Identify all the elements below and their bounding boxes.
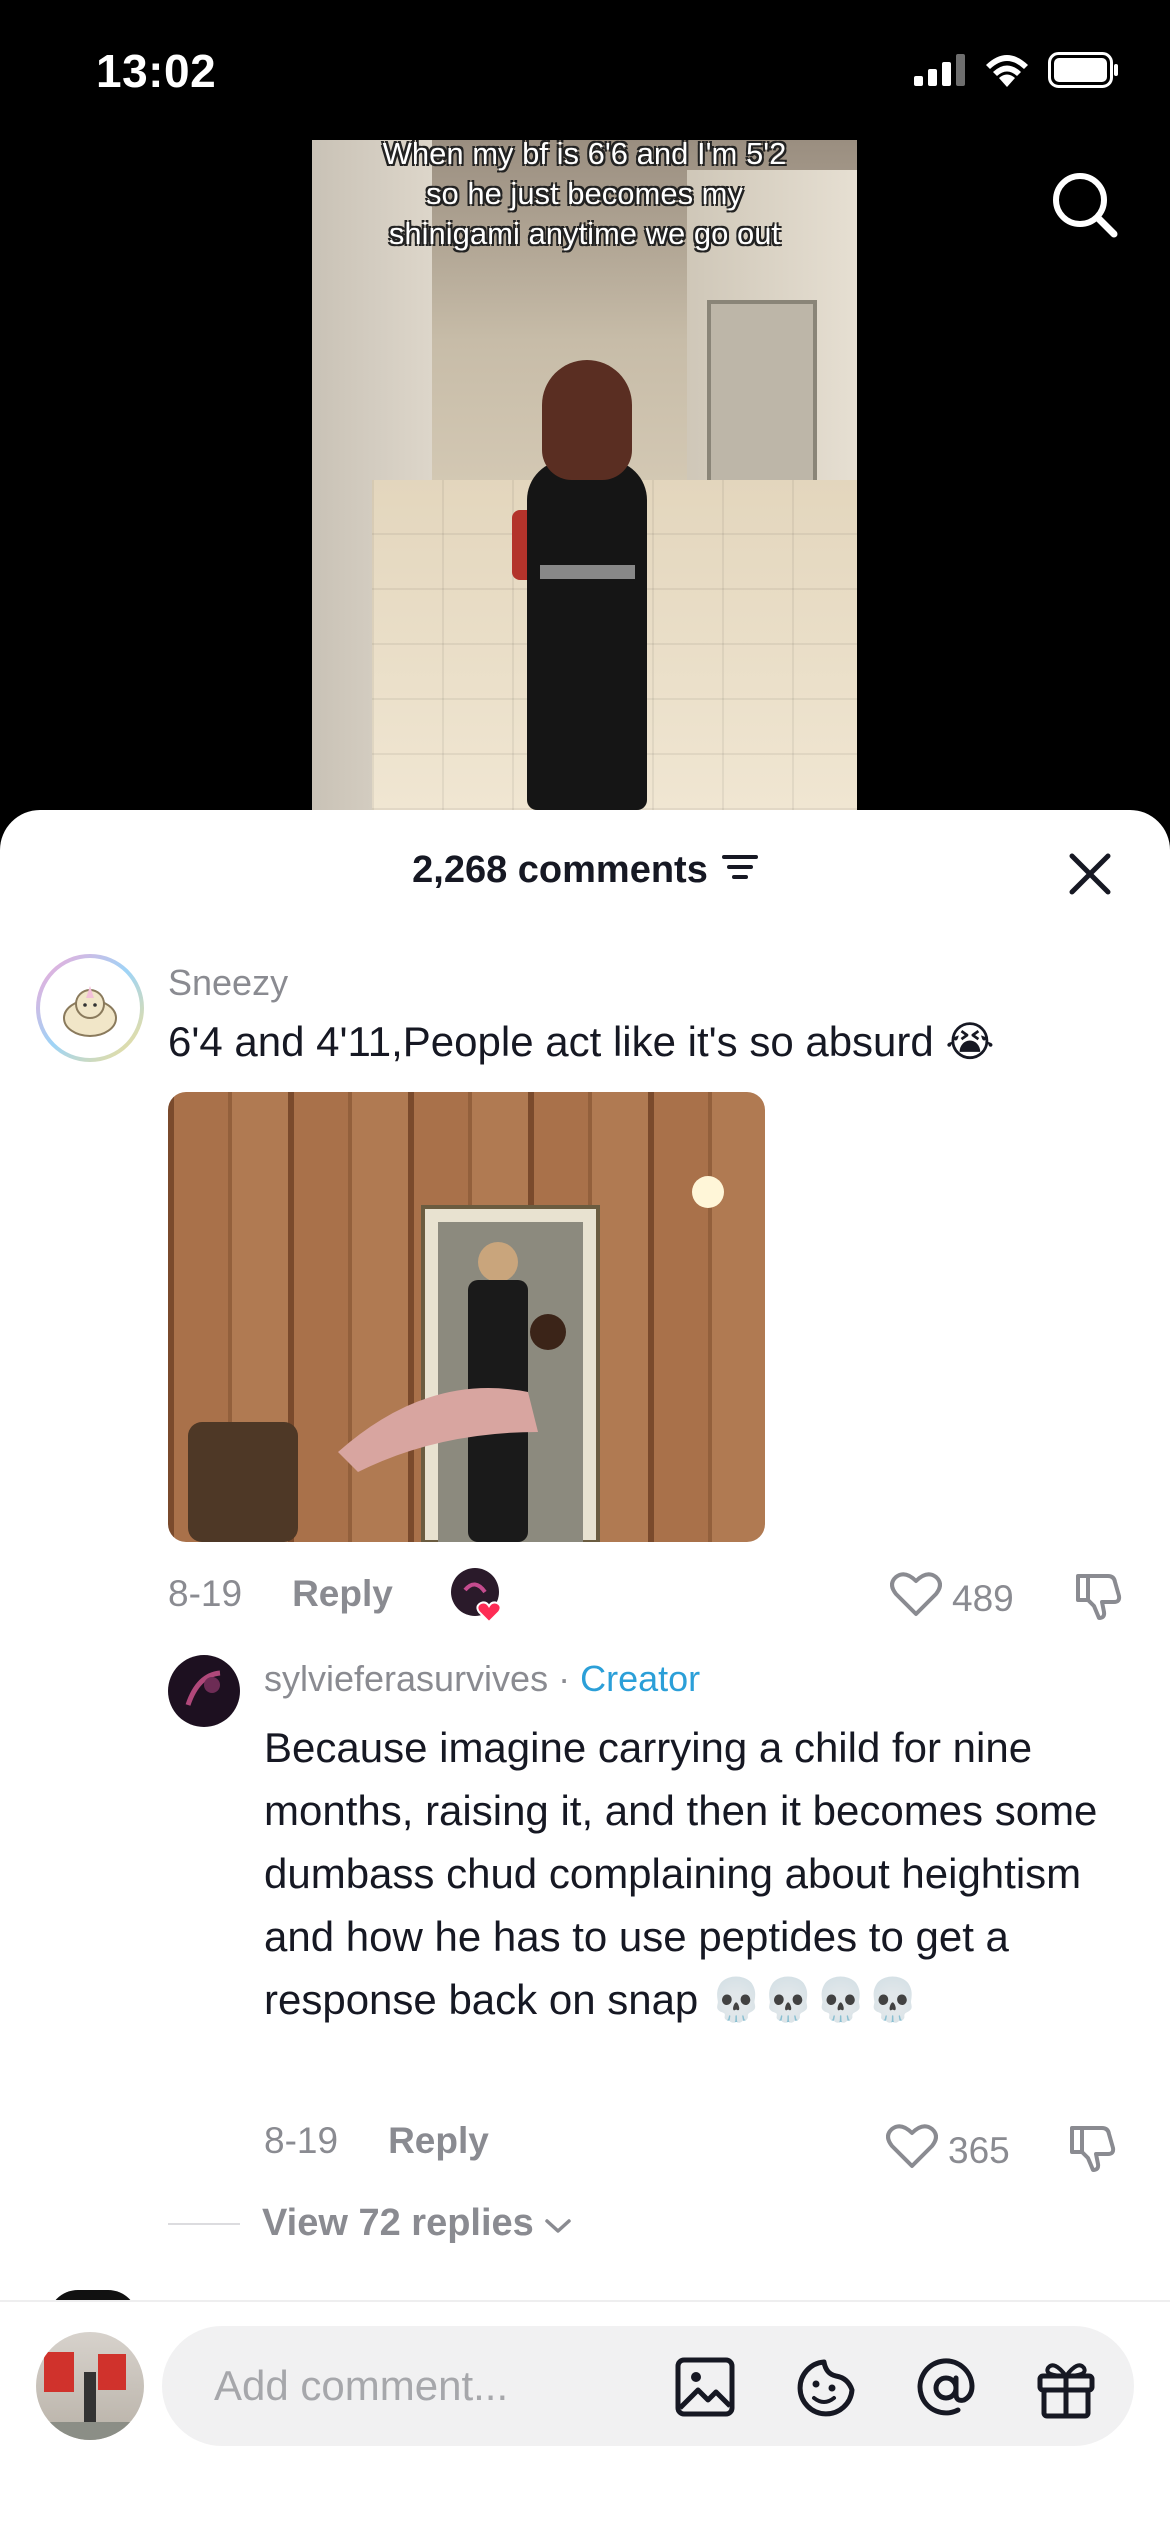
mention-icon[interactable] <box>914 2356 976 2418</box>
video-caption: When my bf is 6'6 and I'm 5'2 so he just… <box>382 136 787 251</box>
status-icons <box>914 52 1120 93</box>
filter-icon <box>721 849 758 892</box>
heart-icon <box>886 2122 938 2179</box>
screen: { "status_bar": { "time": "13:02" }, "vi… <box>0 0 1170 2532</box>
status-time: 13:02 <box>96 45 217 97</box>
video-scene-person <box>527 460 647 810</box>
gift-icon[interactable] <box>1034 2356 1096 2419</box>
comment-date: 8-19 <box>168 1573 243 1614</box>
reply-button[interactable]: Reply <box>388 2120 489 2162</box>
reply-date: 8-19 <box>264 2120 339 2161</box>
divider <box>168 2222 240 2225</box>
view-replies-label: View 72 replies <box>262 2202 534 2244</box>
wifi-icon <box>984 53 1030 92</box>
search-icon <box>1050 173 1120 244</box>
dislike-icon <box>1066 2126 1118 2178</box>
view-replies-button[interactable]: View 72 replies <box>168 2202 572 2245</box>
comments-header: 2,268 comments <box>0 810 1170 930</box>
battery-icon <box>1048 52 1120 93</box>
reply-username[interactable]: sylvieferasurvives <box>264 1658 548 1699</box>
comment-meta: 8-19 Reply <box>168 1568 503 1624</box>
sticker-icon[interactable] <box>794 2356 856 2418</box>
comment-input[interactable] <box>214 2362 654 2410</box>
like-count: 365 <box>948 2129 1010 2171</box>
reply-text: Because imagine carrying a child for nin… <box>264 1724 1098 2023</box>
reply-meta: 8-19 Reply <box>264 2120 489 2162</box>
comments-count-button[interactable]: 2,268 comments <box>412 849 758 892</box>
signal-icon <box>914 54 966 91</box>
video-scene-belt <box>540 565 635 579</box>
comment-text: 6'4 and 4'11,People act like it's so abs… <box>168 1018 995 1065</box>
comments-sheet: 2,268 comments Sneezy 6'4 and 4'11,Peopl… <box>0 810 1170 2532</box>
creator-badge: Creator <box>580 1658 701 1699</box>
close-icon <box>1068 853 1112 900</box>
creator-liked-badge <box>450 1568 503 1624</box>
my-avatar[interactable] <box>36 2332 144 2440</box>
search-button[interactable] <box>1050 170 1120 240</box>
comment-photo[interactable] <box>168 1092 765 1542</box>
dislike-icon <box>1072 1574 1124 1626</box>
video-scene-hair <box>542 360 632 480</box>
composer-actions <box>674 2356 1096 2419</box>
dislike-button[interactable] <box>1066 2122 1118 2174</box>
comments-count: 2,268 comments <box>412 848 708 891</box>
chevron-down-icon <box>544 2202 572 2245</box>
comment-input-box[interactable] <box>162 2326 1134 2446</box>
comment-username[interactable]: Sneezy <box>168 962 288 1004</box>
reply-username-row: sylvieferasurvives · Creator <box>264 1658 700 1700</box>
like-count: 489 <box>952 1577 1014 1619</box>
image-icon[interactable] <box>674 2356 736 2418</box>
avatar[interactable] <box>168 1655 240 1727</box>
reply-button[interactable]: Reply <box>292 1573 393 1615</box>
username-separator: · <box>548 1658 581 1699</box>
heart-icon <box>890 1570 942 1627</box>
avatar[interactable] <box>36 954 144 1062</box>
close-button[interactable] <box>1068 852 1112 896</box>
dislike-button[interactable] <box>1072 1570 1124 1622</box>
like-button[interactable]: 489 <box>890 1570 1014 1627</box>
like-button[interactable]: 365 <box>886 2122 1010 2179</box>
